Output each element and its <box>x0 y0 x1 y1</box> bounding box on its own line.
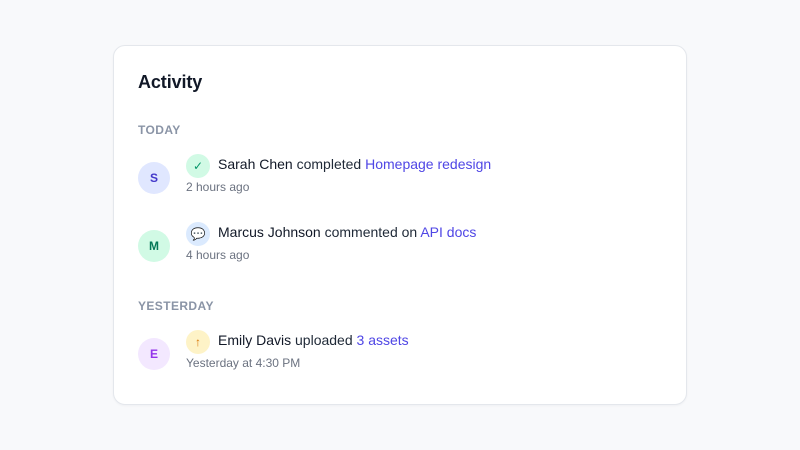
upload-icon: ↑ <box>186 330 210 354</box>
target-link[interactable]: API docs <box>420 224 476 240</box>
timestamp: 4 hours ago <box>186 248 250 262</box>
comment-icon: 💬 <box>186 222 210 246</box>
activity-text: Sarah Chen completed Homepage redesign <box>218 156 491 172</box>
target-link[interactable]: 3 assets <box>357 332 409 348</box>
activity-text: Emily Davis uploaded 3 assets <box>218 332 409 348</box>
target-link[interactable]: Homepage redesign <box>365 156 491 172</box>
activity-text: Marcus Johnson commented on API docs <box>218 224 476 240</box>
activity-item: M 💬 Marcus Johnson commented on API docs… <box>138 222 658 278</box>
card-title: Activity <box>138 72 203 92</box>
activity-item: S ✓ Sarah Chen completed Homepage redesi… <box>138 154 658 210</box>
check-icon: ✓ <box>186 154 210 178</box>
actor-name[interactable]: Sarah Chen <box>218 156 293 172</box>
timestamp: 2 hours ago <box>186 180 250 194</box>
actor-name[interactable]: Marcus Johnson <box>218 224 321 240</box>
group-label-yesterday: YESTERDAY <box>138 299 214 313</box>
actor-name[interactable]: Emily Davis <box>218 332 291 348</box>
avatar[interactable]: M <box>138 230 170 262</box>
avatar[interactable]: S <box>138 162 170 194</box>
activity-verb: commented on <box>324 224 418 240</box>
activity-verb: completed <box>296 156 362 172</box>
activity-item: E ↑ Emily Davis uploaded 3 assets Yester… <box>138 330 658 386</box>
group-label-today: TODAY <box>138 123 181 137</box>
activity-card: Activity TODAY S ✓ Sarah Chen completed … <box>113 45 687 405</box>
activity-verb: uploaded <box>295 332 353 348</box>
avatar[interactable]: E <box>138 338 170 370</box>
timestamp: Yesterday at 4:30 PM <box>186 356 301 370</box>
